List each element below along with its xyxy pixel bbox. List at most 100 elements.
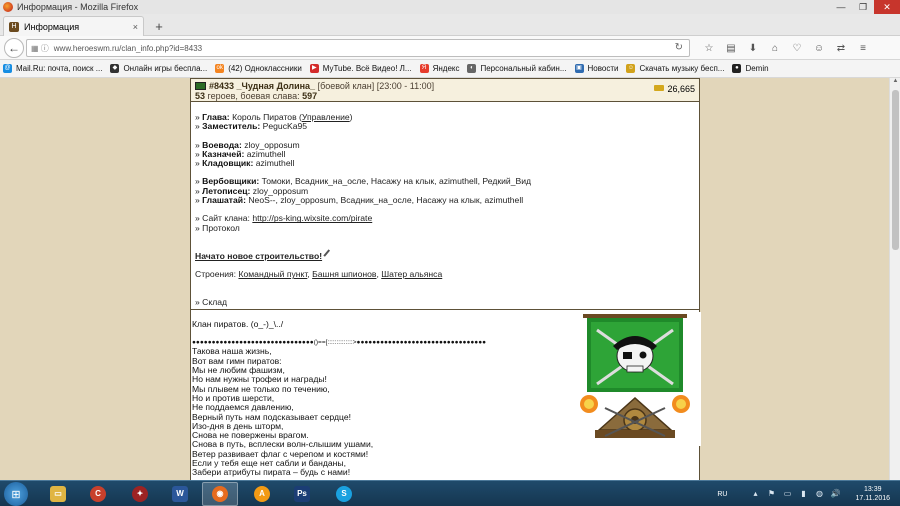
account-icon: ◐ [467,64,477,73]
tab-info[interactable]: H Информация × [3,16,144,36]
desc-line: Забери атрибуты пирата – будь с нами! [192,467,351,478]
show-hidden-icons[interactable]: ▴ [749,489,761,499]
bookmark-item[interactable]: Я Яндекс [419,64,459,73]
sync-icon[interactable]: ⇄ [830,40,852,56]
reload-button[interactable]: ↻ [675,42,683,53]
close-window-button[interactable]: ✕ [874,0,900,14]
avast-icon: A [254,486,270,502]
site-favicon-icon: H [9,21,19,32]
pocket-icon[interactable]: ♡ [786,40,808,56]
action-center-icon[interactable]: ⚑ [765,489,777,499]
building-command-post[interactable]: Командный пункт [238,269,307,279]
bookmark-item[interactable]: ◆ Онлайн игры беспла... [110,64,207,73]
music-icon: ☺ [626,64,636,73]
clan-type-time: [боевой клан] [23:00 - 11:00] [317,81,435,91]
battery-icon[interactable]: ▮ [797,489,809,499]
maximize-button[interactable]: ❐ [852,0,874,14]
ccleaner-icon: C [90,486,106,502]
bookmark-item[interactable]: ☺ Скачать музыку бесп... [626,64,724,73]
pirate-clan-emblem [569,311,701,446]
extension-icon[interactable]: ☺ [808,40,830,56]
gold-icon [654,85,665,91]
clan-gold: 26,665 [654,84,695,94]
new-tab-button[interactable]: + [150,18,168,34]
window-title: Информация - Mozilla Firefox [17,2,139,12]
taskbar-app-word[interactable]: W [162,482,198,506]
taskbar-app-avast[interactable]: A [244,482,280,506]
minimize-button[interactable]: — [830,0,852,14]
taskbar-app-photoshop[interactable]: Ps [284,482,320,506]
network-icon[interactable]: ◍ [813,489,825,499]
clock[interactable]: 13:39 17.11.2016 [855,485,890,503]
taskbar-app-game[interactable]: ✦ [122,482,158,506]
home-icon[interactable]: ⌂ [764,40,786,56]
vertical-scrollbar[interactable]: ▲ [889,78,900,480]
url-text[interactable]: www.heroeswm.ru/clan_info.php?id=8433 [54,44,202,53]
clan-site-link[interactable]: http://ps-king.wixsite.com/pirate [252,213,372,223]
start-button[interactable]: ⊞ [4,482,28,506]
taskbar-app-explorer[interactable]: ▭ [40,482,76,506]
reading-list-icon[interactable]: ▤ [720,40,742,56]
buildings-list: Строения: Командный пункт, Башня шпионов… [195,269,443,280]
downloads-icon[interactable]: ⬇ [742,40,764,56]
bookmark-item[interactable]: ● Demin [732,64,769,73]
scroll-up-icon[interactable]: ▲ [890,78,900,88]
clock-time: 13:39 [863,486,882,493]
bookmark-item[interactable]: ok (42) Одноклассники [215,64,302,73]
news-icon: ▣ [574,64,584,73]
language-indicator[interactable]: RU [717,491,727,498]
games-icon: ◆ [110,64,120,73]
clan-description: Клан пиратов. (o_-)_\../ ●●●●●●●●●●●●●●●… [191,310,701,480]
bookmark-item[interactable]: ▶ MyTube. Всё Видео! Л... [309,64,412,73]
taskbar-app-skype[interactable]: S [326,482,362,506]
tab-strip: H Информация × + [0,14,900,36]
clan-header: #8433 _Чудная Долина_ [боевой клан] [23:… [191,79,699,102]
mytube-icon: ▶ [309,64,319,73]
photoshop-icon: Ps [294,486,310,502]
bookmark-star-icon[interactable]: ☆ [698,40,720,56]
taskbar-app-firefox[interactable]: ◉ [202,482,238,506]
clan-site: » Сайт клана: http://ps-king.wixsite.com… [195,213,373,224]
bookmark-item[interactable]: ▣ Новости [574,64,618,73]
navigation-bar: ← ▦ ⓘ www.heroeswm.ru/clan_info.php?id=8… [0,36,900,60]
role-deputy: » Заместитель: PegucKa95 [195,121,308,132]
role-storekeeper: » Кладовщик: azimuthell [195,158,295,169]
clan-roles: » Глава: Король Пиратов (Управление) » З… [191,102,699,309]
firefox-taskbar-icon: ◉ [212,486,228,502]
clan-number: #8433 [209,81,235,91]
clan-flag-icon [195,82,206,90]
building-alliance-tent[interactable]: Шатер альянса [381,269,442,279]
hammer-icon [323,249,335,261]
taskbar-app-ccleaner[interactable]: C [80,482,116,506]
clock-date: 17.11.2016 [855,495,890,502]
gold-amount: 26,665 [667,84,695,94]
clan-name: _Чудная Долина_ [236,81,316,91]
construction-link[interactable]: Начато новое строительство! [195,251,322,261]
page-info-icon[interactable]: ▦ ⓘ [31,43,49,54]
bookmarks-bar: @ Mail.Ru: почта, поиск ... ◆ Онлайн игры … [0,60,900,78]
bookmark-item[interactable]: ◐ Персональный кабин... [467,64,567,73]
url-bar[interactable]: ▦ ⓘ www.heroeswm.ru/clan_info.php?id=843… [26,39,690,57]
volume-icon[interactable]: 🔊 [829,489,841,499]
window-title-bar: Информация - Mozilla Firefox — ❐ ✕ [0,0,900,14]
back-button[interactable]: ← [4,38,24,58]
word-icon: W [172,486,188,502]
scrollbar-thumb[interactable] [892,90,899,250]
protocol-link[interactable]: » Протокол [195,223,699,233]
mailru-icon: @ [3,64,12,73]
yandex-icon: Я [419,64,429,73]
bookmark-item[interactable]: @ Mail.Ru: почта, поиск ... [3,64,102,73]
skype-icon: S [336,486,352,502]
windows-taskbar: ⊞ ▭ C ✦ W ◉ A Ps S RU ▴ ⚑ ▭ ▮ ◍ 🔊 13:39 … [0,480,900,506]
display-icon[interactable]: ▭ [781,489,793,499]
window-controls: — ❐ ✕ [830,0,900,14]
odnoklassniki-icon: ok [215,64,225,73]
warehouse-link[interactable]: » Склад [195,297,699,309]
tab-close-icon[interactable]: × [133,22,138,32]
building-spy-tower[interactable]: Башня шпионов [312,269,376,279]
demin-icon: ● [732,64,742,73]
toolbar-icons: ☆ ▤ ⬇ ⌂ ♡ ☺ ⇄ ≡ [698,40,874,56]
clan-info-panel: #8433 _Чудная Долина_ [боевой клан] [23:… [190,78,701,480]
manage-link[interactable]: Управление [302,112,350,122]
menu-icon[interactable]: ≡ [852,40,874,56]
